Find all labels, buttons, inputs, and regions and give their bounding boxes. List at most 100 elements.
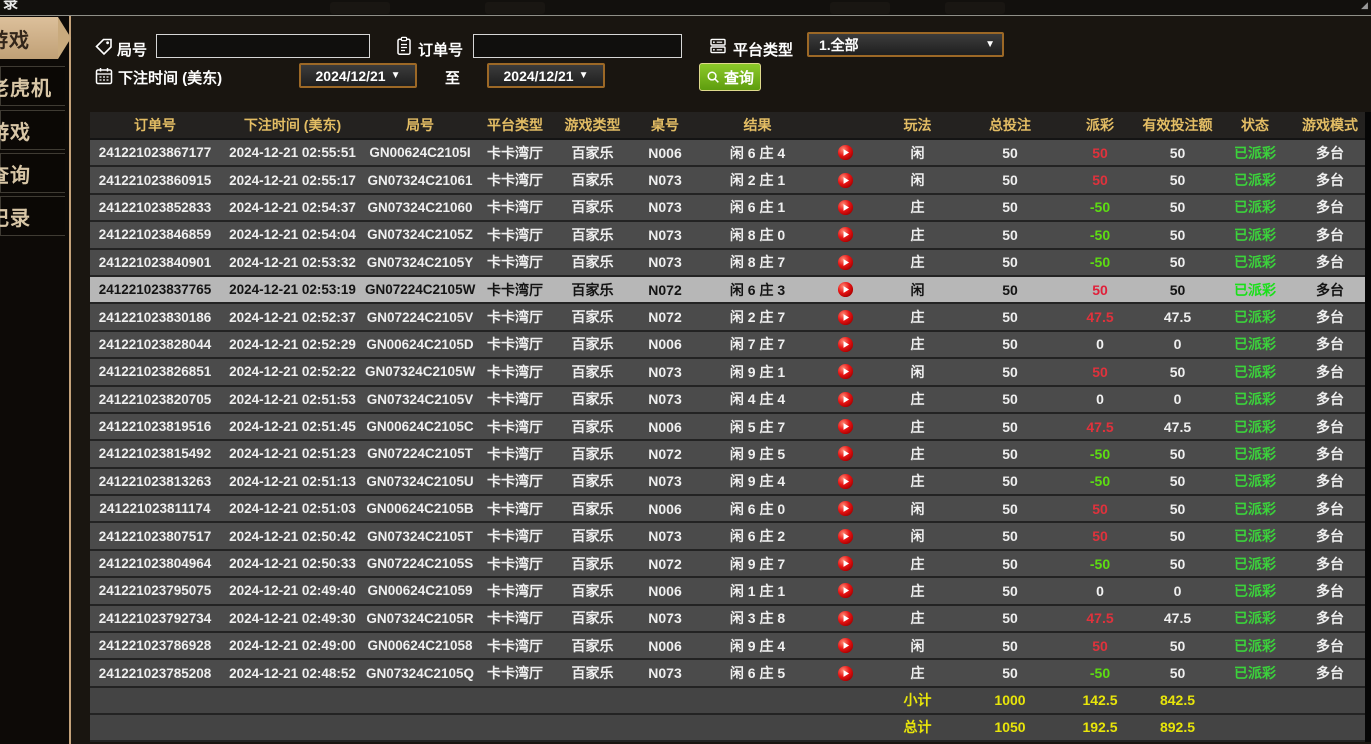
play-icon bbox=[837, 309, 854, 326]
table-row[interactable]: 241221023867177 2024-12-21 02:55:51 GN00… bbox=[90, 140, 1365, 167]
table-row[interactable]: 241221023786928 2024-12-21 02:49:00 GN00… bbox=[90, 633, 1365, 660]
bet-time-cell: 2024-12-21 02:51:23 bbox=[220, 446, 365, 461]
date-to-value: 2024/12/21 bbox=[504, 68, 574, 84]
platform-cell: 卡卡湾厅 bbox=[475, 170, 555, 190]
replay-button[interactable] bbox=[815, 555, 875, 572]
table-row[interactable]: 241221023785208 2024-12-21 02:48:52 GN07… bbox=[90, 660, 1365, 687]
game-mode-cell: 多台 bbox=[1295, 526, 1365, 546]
status-badge: 已派彩 bbox=[1215, 444, 1295, 464]
play-method-cell: 庄 bbox=[875, 554, 960, 574]
table-row[interactable]: 241221023807517 2024-12-21 02:50:42 GN07… bbox=[90, 523, 1365, 550]
bet-time-cell: 2024-12-21 02:49:30 bbox=[220, 611, 365, 626]
table-row[interactable]: 241221023852833 2024-12-21 02:54:37 GN07… bbox=[90, 195, 1365, 222]
game-type-cell: 百家乐 bbox=[555, 554, 630, 574]
sidebar-item-label: 老虎机 bbox=[0, 72, 52, 101]
round-id-cell: GN07324C21060 bbox=[365, 200, 475, 215]
window-corner-icon[interactable]: ◢ bbox=[1361, 1, 1369, 9]
replay-button[interactable] bbox=[815, 254, 875, 271]
replay-button[interactable] bbox=[815, 226, 875, 243]
scrollbar-track[interactable] bbox=[1365, 112, 1371, 742]
round-id-cell: GN07324C2105W bbox=[365, 364, 475, 379]
table-row[interactable]: 241221023860915 2024-12-21 02:55:17 GN07… bbox=[90, 167, 1365, 194]
play-icon bbox=[837, 172, 854, 189]
valid-bet-cell: 50 bbox=[1140, 172, 1215, 188]
replay-button[interactable] bbox=[815, 281, 875, 298]
table-row[interactable]: 241221023813263 2024-12-21 02:51:13 GN07… bbox=[90, 469, 1365, 496]
total-bet-cell: 50 bbox=[960, 172, 1060, 188]
table-row[interactable]: 241221023820705 2024-12-21 02:51:53 GN07… bbox=[90, 387, 1365, 414]
replay-button[interactable] bbox=[815, 528, 875, 545]
replay-button[interactable] bbox=[815, 144, 875, 161]
order-id-input[interactable] bbox=[473, 34, 682, 58]
order-id-cell: 241221023786928 bbox=[90, 638, 220, 653]
replay-button[interactable] bbox=[815, 199, 875, 216]
replay-button[interactable] bbox=[815, 500, 875, 517]
replay-button[interactable] bbox=[815, 363, 875, 380]
status-badge: 已派彩 bbox=[1215, 663, 1295, 683]
table-row[interactable]: 241221023819516 2024-12-21 02:51:45 GN00… bbox=[90, 414, 1365, 441]
table-row[interactable]: 241221023815492 2024-12-21 02:51:23 GN07… bbox=[90, 441, 1365, 468]
table-no-cell: N073 bbox=[630, 254, 700, 270]
game-type-cell: 百家乐 bbox=[555, 471, 630, 491]
play-method-cell: 庄 bbox=[875, 389, 960, 409]
round-id-cell: GN00624C2105B bbox=[365, 501, 475, 516]
result-cell: 闲 9 庄 1 bbox=[700, 362, 815, 382]
sidebar-item-games[interactable]: 游戏 bbox=[0, 17, 58, 59]
table-no-cell: N073 bbox=[630, 199, 700, 215]
replay-button[interactable] bbox=[815, 582, 875, 599]
game-type-cell: 百家乐 bbox=[555, 499, 630, 519]
replay-button[interactable] bbox=[815, 418, 875, 435]
play-method-cell: 庄 bbox=[875, 225, 960, 245]
query-button-label: 查询 bbox=[724, 67, 754, 88]
replay-button[interactable] bbox=[815, 445, 875, 462]
table-row[interactable]: 241221023795075 2024-12-21 02:49:40 GN00… bbox=[90, 578, 1365, 605]
table-no-cell: N072 bbox=[630, 446, 700, 462]
date-to-picker[interactable]: 2024/12/21 ▼ bbox=[487, 63, 605, 88]
round-id-cell: GN07324C2105R bbox=[365, 611, 475, 626]
replay-button[interactable] bbox=[815, 336, 875, 353]
date-from-picker[interactable]: 2024/12/21 ▼ bbox=[299, 63, 417, 88]
platform-cell: 卡卡湾厅 bbox=[475, 526, 555, 546]
game-mode-cell: 多台 bbox=[1295, 362, 1365, 382]
table-no-cell: N073 bbox=[630, 473, 700, 489]
replay-button[interactable] bbox=[815, 637, 875, 654]
total-bet-cell: 50 bbox=[960, 473, 1060, 489]
table-row[interactable]: 241221023840901 2024-12-21 02:53:32 GN07… bbox=[90, 250, 1365, 277]
game-mode-cell: 多台 bbox=[1295, 554, 1365, 574]
table-row[interactable]: 241221023811174 2024-12-21 02:51:03 GN00… bbox=[90, 496, 1365, 523]
sidebar-item-slots[interactable]: 老虎机 bbox=[0, 66, 65, 106]
bet-time-cell: 2024-12-21 02:55:51 bbox=[220, 145, 365, 160]
play-method-cell: 庄 bbox=[875, 581, 960, 601]
table-row[interactable]: 241221023828044 2024-12-21 02:52:29 GN00… bbox=[90, 332, 1365, 359]
total-bet-cell: 50 bbox=[960, 336, 1060, 352]
round-id-cell: GN07324C2105U bbox=[365, 474, 475, 489]
replay-button[interactable] bbox=[815, 665, 875, 682]
total-payout: 192.5 bbox=[1060, 719, 1140, 735]
table-row[interactable]: 241221023837765 2024-12-21 02:53:19 GN07… bbox=[90, 277, 1365, 304]
replay-button[interactable] bbox=[815, 309, 875, 326]
table-row[interactable]: 241221023826851 2024-12-21 02:52:22 GN07… bbox=[90, 359, 1365, 386]
order-id-cell: 241221023852833 bbox=[90, 200, 220, 215]
table-row[interactable]: 241221023804964 2024-12-21 02:50:33 GN07… bbox=[90, 551, 1365, 578]
game-type-cell: 百家乐 bbox=[555, 663, 630, 683]
round-id-input[interactable] bbox=[156, 34, 370, 58]
query-button[interactable]: 查询 bbox=[699, 63, 761, 91]
play-icon bbox=[837, 528, 854, 545]
payout-cell: -50 bbox=[1060, 254, 1140, 270]
replay-button[interactable] bbox=[815, 172, 875, 189]
table-row[interactable]: 241221023830186 2024-12-21 02:52:37 GN07… bbox=[90, 304, 1365, 331]
replay-button[interactable] bbox=[815, 610, 875, 627]
bet-time-cell: 2024-12-21 02:51:45 bbox=[220, 419, 365, 434]
game-mode-cell: 多台 bbox=[1295, 280, 1365, 300]
subtotal-total-bet: 1000 bbox=[960, 692, 1060, 708]
valid-bet-cell: 50 bbox=[1140, 446, 1215, 462]
table-row[interactable]: 241221023792734 2024-12-21 02:49:30 GN07… bbox=[90, 606, 1365, 633]
sidebar-item-query[interactable]: 查询 bbox=[0, 153, 65, 193]
platform-type-select[interactable]: 1.全部 ▼ bbox=[807, 32, 1004, 57]
sidebar-item-games-2[interactable]: 游戏 bbox=[0, 110, 65, 150]
replay-button[interactable] bbox=[815, 473, 875, 490]
table-row[interactable]: 241221023846859 2024-12-21 02:54:04 GN07… bbox=[90, 222, 1365, 249]
replay-button[interactable] bbox=[815, 391, 875, 408]
platform-cell: 卡卡湾厅 bbox=[475, 636, 555, 656]
sidebar-item-records[interactable]: 记录 bbox=[0, 196, 65, 236]
